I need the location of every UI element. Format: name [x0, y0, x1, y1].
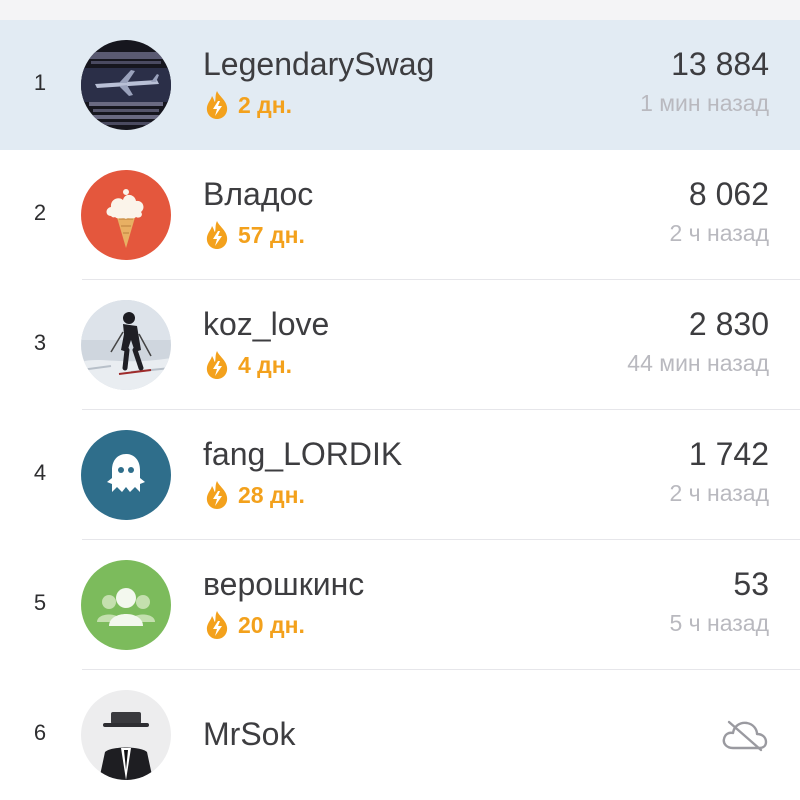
- score-value: 53: [733, 566, 769, 602]
- rank-number: 1: [33, 70, 47, 95]
- leaderboard-row-1[interactable]: 1 LegendarySwag 2 дн. 13 884 1 мин назад: [0, 20, 800, 150]
- user-name: fang_LORDIK: [203, 436, 403, 472]
- leaderboard-row-6[interactable]: 6 MrSok: [0, 670, 800, 800]
- last-seen-time: 5 ч назад: [669, 610, 769, 636]
- last-seen-time: 2 ч назад: [669, 220, 769, 246]
- flame-icon: [203, 220, 231, 250]
- leaderboard-row-3[interactable]: 3 koz_love 4 дн. 2 830 44 мин назад: [0, 280, 800, 410]
- rank-number: 5: [33, 590, 47, 615]
- streak-days: 2 дн.: [238, 91, 293, 118]
- flame-icon: [203, 610, 231, 640]
- group-avatar[interactable]: [81, 560, 171, 650]
- last-seen-time: 44 мин назад: [627, 350, 769, 376]
- skier-photo-avatar[interactable]: [81, 300, 171, 390]
- last-seen-time: 2 ч назад: [669, 480, 769, 506]
- flame-icon: [203, 90, 231, 120]
- streak-days: 57 дн.: [238, 221, 305, 248]
- flame-icon: [203, 350, 231, 380]
- leaderboard-row-5[interactable]: 5 верошкинс 20 дн. 53 5 ч назад: [0, 540, 800, 670]
- leaderboard-row-4[interactable]: 4 fang_LORDIK 28 дн. 1 742 2 ч назад: [0, 410, 800, 540]
- leaderboard-screen: 1 LegendarySwag 2 дн. 13 884 1 мин назад…: [0, 0, 800, 800]
- streak-days: 28 дн.: [238, 481, 305, 508]
- ghost-avatar[interactable]: [81, 430, 171, 520]
- user-name: LegendarySwag: [203, 46, 435, 82]
- hat-man-avatar[interactable]: [81, 690, 171, 780]
- ice-cream-avatar[interactable]: [81, 170, 171, 260]
- streak-days: 20 дн.: [238, 611, 305, 638]
- last-seen-time: 1 мин назад: [640, 90, 769, 116]
- rank-number: 6: [33, 720, 47, 745]
- streak: 2 дн.: [203, 90, 292, 120]
- user-name: Владос: [203, 176, 314, 212]
- rank-number: 4: [33, 460, 47, 485]
- cloud-off-icon: [721, 718, 769, 752]
- top-bar: [0, 0, 800, 20]
- user-name: MrSok: [203, 716, 296, 752]
- streak: 4 дн.: [203, 350, 292, 380]
- user-name: koz_love: [203, 306, 330, 342]
- airplane-poster-avatar[interactable]: [81, 40, 171, 130]
- user-name: верошкинс: [203, 566, 365, 602]
- score-value: 1 742: [688, 436, 769, 472]
- rank-number: 3: [33, 330, 47, 355]
- flame-icon: [203, 480, 231, 510]
- score-value: 2 830: [688, 306, 769, 342]
- streak: 20 дн.: [203, 610, 305, 640]
- leaderboard-list: 1 LegendarySwag 2 дн. 13 884 1 мин назад…: [0, 20, 800, 800]
- streak: 28 дн.: [203, 480, 305, 510]
- streak: 57 дн.: [203, 220, 305, 250]
- streak-days: 4 дн.: [238, 351, 293, 378]
- score-value: 8 062: [688, 176, 769, 212]
- rank-number: 2: [33, 200, 47, 225]
- leaderboard-row-2[interactable]: 2 Владос 57 дн. 8 062 2 ч назад: [0, 150, 800, 280]
- score-value: 13 884: [671, 46, 769, 82]
